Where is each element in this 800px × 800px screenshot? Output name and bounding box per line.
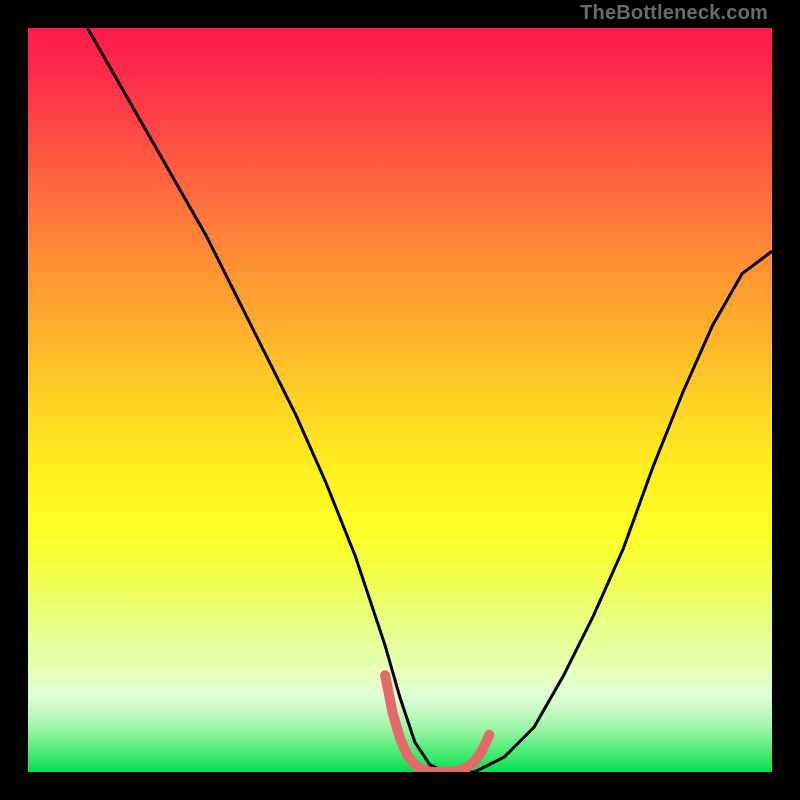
chart-svg — [28, 28, 772, 772]
watermark-text: TheBottleneck.com — [580, 2, 768, 25]
plot-area — [28, 28, 772, 772]
series-flat-highlight — [385, 675, 489, 772]
series-group — [88, 28, 772, 772]
chart-frame: TheBottleneck.com — [0, 0, 800, 800]
series-curve — [88, 28, 772, 772]
